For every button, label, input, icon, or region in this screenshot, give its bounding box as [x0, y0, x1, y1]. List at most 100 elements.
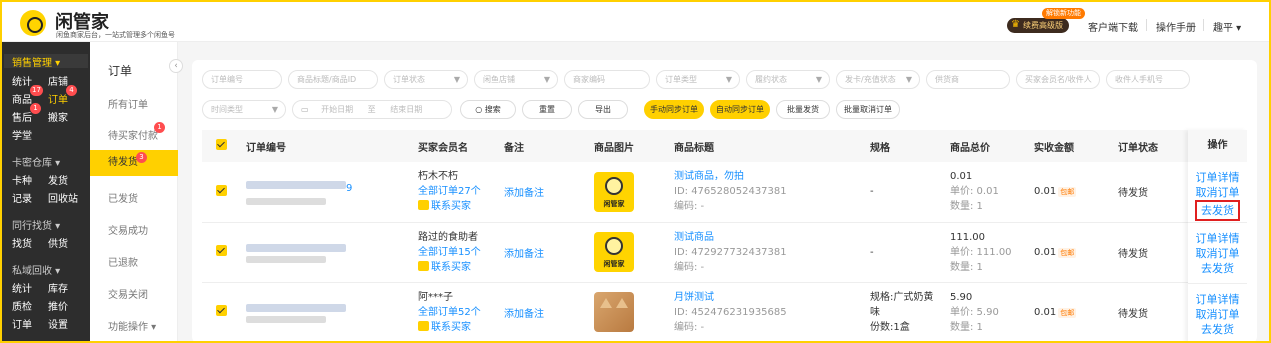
order-status: 待发货 [1118, 188, 1148, 200]
manual-link[interactable]: 操作手册 [1156, 19, 1196, 34]
product-title-link[interactable]: 测试商品 [674, 230, 864, 245]
order-detail-link[interactable]: 订单详情 [1188, 231, 1247, 246]
nav-section-private-recycle[interactable]: 私域回收 ▾ [12, 262, 60, 277]
new-feature-badge: 解锁新功能 [1042, 8, 1085, 19]
free-shipping-tag: 包邮 [1058, 187, 1077, 198]
product-title-link[interactable]: 测试商品，勿拍 [674, 169, 864, 184]
sidebar-item-stores[interactable]: 店铺 [48, 73, 68, 88]
reset-button[interactable]: 重置 [522, 100, 572, 119]
product-image[interactable] [594, 292, 634, 332]
submenu-pending-payment[interactable]: 待买家付款 [108, 127, 158, 142]
product-title-link[interactable]: 月饼测试 [674, 290, 864, 305]
cancel-order-link[interactable]: 取消订单 [1188, 185, 1247, 200]
submenu-title: 订单 [108, 64, 133, 78]
orders-panel: 订单编号 商品标题/商品ID 订单状态 ▼ 闲鱼店铺 ▼ 商家编码 订单类型 ▼ 履约… [192, 60, 1257, 341]
submenu-completed[interactable]: 交易成功 [108, 222, 148, 237]
order-status-select[interactable]: 订单状态 ▼ [384, 70, 468, 89]
sidebar-item-inspection[interactable]: 质检 [12, 298, 32, 313]
chevron-left-icon[interactable]: ‹ [169, 59, 183, 73]
submenu-shipped[interactable]: 已发货 [108, 190, 138, 205]
contact-buyer-link[interactable]: 联系买家 [418, 320, 498, 335]
submenu-all-orders[interactable]: 所有订单 [108, 96, 148, 111]
order-detail-link[interactable]: 订单详情 [1188, 170, 1247, 185]
sidebar-item-records[interactable]: 记录 [12, 190, 32, 205]
order-detail-link[interactable]: 订单详情 [1188, 292, 1247, 307]
add-remark-link[interactable]: 添加备注 [504, 249, 544, 260]
caret-down-icon: ▼ [725, 75, 732, 84]
add-remark-link[interactable]: 添加备注 [504, 309, 544, 320]
premium-button[interactable]: ♛ 续费高级版 [1007, 18, 1069, 33]
store-select[interactable]: 闲鱼店铺 ▼ [474, 70, 558, 89]
col-remark: 备注 [498, 130, 588, 162]
card-status-select[interactable]: 发卡/充值状态 ▼ [836, 70, 920, 89]
go-ship-link[interactable]: 去发货 [1188, 261, 1247, 276]
order-no-cell [240, 222, 412, 283]
cancel-order-link[interactable]: 取消订单 [1188, 307, 1247, 322]
contact-buyer-link[interactable]: 联系买家 [418, 260, 498, 275]
crown-icon: ♛ [1011, 19, 1020, 30]
sidebar-item-recycle-bin[interactable]: 回收站 [48, 190, 78, 205]
fulfillment-status-select[interactable]: 履约状态 ▼ [746, 70, 830, 89]
order-type-select[interactable]: 订单类型 ▼ [656, 70, 740, 89]
submenu-closed[interactable]: 交易关闭 [108, 286, 148, 301]
nav-section-sales[interactable]: 销售管理 ▾ [12, 54, 60, 69]
time-type-select[interactable]: 时间类型 ▼ [202, 100, 286, 119]
table-row: 阿***子 全部订单52个 联系买家 添加备注 月饼测试 ID: 4524762… [202, 282, 1247, 341]
product-image[interactable]: 闲管家 [594, 232, 634, 272]
sidebar-item-inventory[interactable]: 库存 [48, 280, 68, 295]
select-all-checkbox[interactable] [216, 139, 227, 150]
pending-payment-badge: 1 [154, 122, 165, 133]
contact-buyer-link[interactable]: 联系买家 [418, 199, 498, 214]
sidebar-item-academy[interactable]: 学堂 [12, 127, 32, 142]
order-no-input[interactable]: 订单编号 [202, 70, 282, 89]
user-menu[interactable]: 趣平 ▾ [1213, 19, 1241, 34]
go-ship-link[interactable]: 去发货 [1195, 200, 1240, 221]
quantity: 数量: 1 [950, 321, 983, 333]
buyer-name-input[interactable]: 买家会员名/收件人 [1016, 70, 1100, 89]
merchant-code-input[interactable]: 商家编码 [564, 70, 650, 89]
order-no-masked [246, 303, 346, 312]
supplier-input[interactable]: 供货商 [926, 70, 1010, 89]
sidebar-item-after-sales[interactable]: 售后 [12, 109, 32, 124]
batch-cancel-button[interactable]: 批量取消订单 [836, 100, 900, 119]
export-button[interactable]: 导出 [578, 100, 628, 119]
add-remark-link[interactable]: 添加备注 [504, 188, 544, 199]
batch-ship-button[interactable]: 批量发货 [776, 100, 830, 119]
submenu-to-ship[interactable]: 待发货 [90, 150, 178, 176]
caret-down-icon: ▼ [815, 75, 822, 84]
submenu-function-ops[interactable]: 功能操作 ▾ [108, 318, 156, 333]
all-orders-link[interactable]: 全部订单27个 [418, 184, 498, 199]
row-checkbox[interactable] [216, 305, 227, 316]
row-checkbox[interactable] [216, 245, 227, 256]
spec-text: 份数:1盒 [870, 321, 910, 333]
sidebar-item-goods[interactable]: 商品 [12, 91, 32, 106]
sidebar-item-settings[interactable]: 设置 [48, 316, 68, 331]
sidebar-item-ship[interactable]: 发货 [48, 172, 68, 187]
all-orders-link[interactable]: 全部订单15个 [418, 245, 498, 260]
sidebar-item-supply[interactable]: 供货 [48, 235, 68, 250]
go-ship-link[interactable]: 去发货 [1188, 322, 1247, 337]
paid-amount: 0.01 [1034, 246, 1057, 258]
product-image[interactable]: 闲管家 [594, 171, 634, 212]
receiver-phone-input[interactable]: 收件人手机号 [1106, 70, 1190, 89]
sidebar-item-migrate[interactable]: 搬家 [48, 109, 68, 124]
nav-section-sourcing[interactable]: 同行找货 ▾ [12, 217, 60, 232]
sidebar-item-card-types[interactable]: 卡种 [12, 172, 32, 187]
date-range-picker[interactable]: ▭ 开始日期 至 结束日期 [292, 100, 452, 119]
title-id-input[interactable]: 商品标题/商品ID [288, 70, 378, 89]
sidebar-item-find-goods[interactable]: 找货 [12, 235, 32, 250]
manual-sync-button[interactable]: 手动同步订单 [644, 100, 704, 119]
sidebar-item-recycle-orders[interactable]: 订单 [12, 316, 32, 331]
submenu-refunded[interactable]: 已退款 [108, 254, 138, 269]
search-button[interactable]: ○ 搜索 [460, 100, 516, 119]
sidebar-item-orders[interactable]: 订单 [48, 91, 68, 106]
nav-section-card-warehouse[interactable]: 卡密仓库 ▾ [12, 154, 60, 169]
all-orders-link[interactable]: 全部订单52个 [418, 305, 498, 320]
auto-sync-button[interactable]: 自动同步订单 [710, 100, 770, 119]
client-download-link[interactable]: 客户端下载 [1088, 19, 1138, 34]
cancel-order-link[interactable]: 取消订单 [1188, 246, 1247, 261]
sidebar-item-recycle-stats[interactable]: 统计 [12, 280, 32, 295]
sidebar-item-pricing[interactable]: 推价 [48, 298, 68, 313]
sidebar-item-stats[interactable]: 统计 [12, 73, 32, 88]
row-checkbox[interactable] [216, 184, 227, 196]
